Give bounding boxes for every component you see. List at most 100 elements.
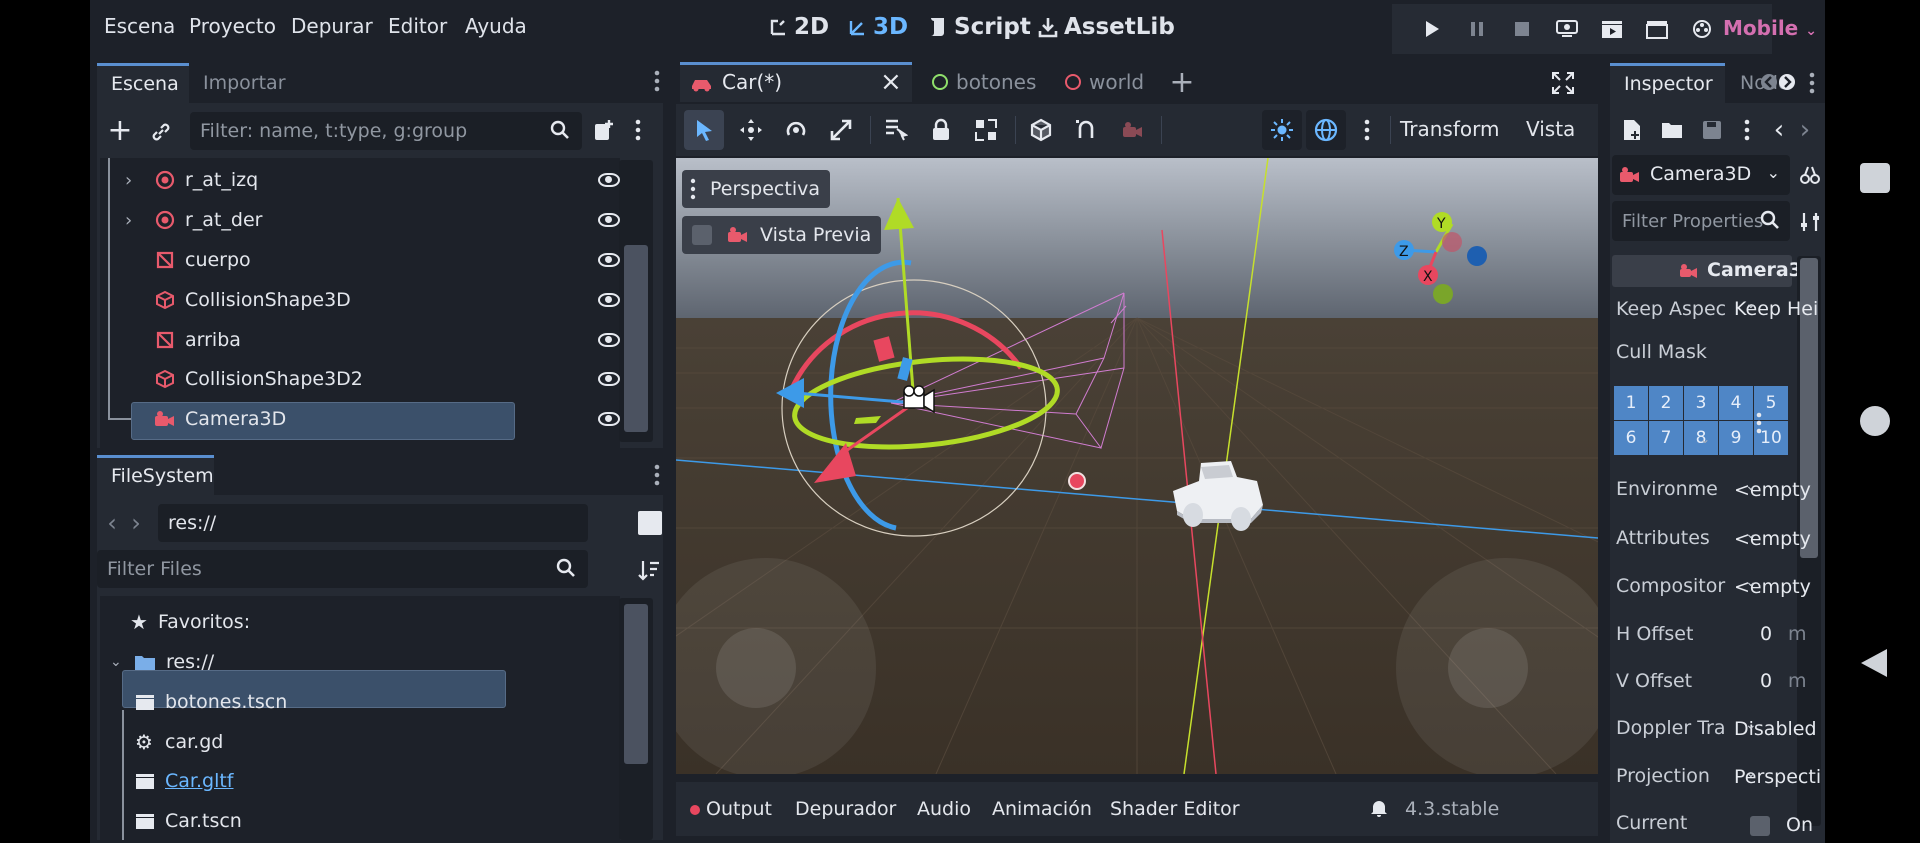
tree-node-label: r_at_der bbox=[185, 209, 263, 231]
scene-tree-menu-icon[interactable] bbox=[631, 117, 645, 143]
group-button[interactable] bbox=[966, 110, 1006, 150]
preview-checkbox[interactable] bbox=[692, 225, 712, 245]
mode-script-button[interactable]: Script bbox=[928, 14, 1031, 40]
forward-icon[interactable]: › bbox=[128, 509, 144, 537]
camera-preview-button[interactable] bbox=[1112, 110, 1152, 150]
tree-node-camera3d[interactable]: Camera3D bbox=[125, 400, 286, 438]
toggle-environment-button[interactable] bbox=[1306, 110, 1346, 150]
file-car-tscn[interactable]: Car.tscn bbox=[125, 802, 242, 840]
dock-menu-icon[interactable] bbox=[650, 462, 664, 488]
dock-menu-icon[interactable] bbox=[1802, 70, 1816, 96]
sort-icon[interactable] bbox=[636, 558, 662, 582]
tab-filesystem[interactable]: FileSystem bbox=[97, 455, 214, 495]
toggle-sun-button[interactable] bbox=[1262, 110, 1302, 150]
back-button[interactable] bbox=[1859, 647, 1889, 683]
visibility-eye-icon[interactable] bbox=[598, 293, 620, 307]
local-space-button[interactable] bbox=[1021, 110, 1061, 150]
tab-escena[interactable]: Escena bbox=[97, 63, 189, 103]
bottom-tab-audio[interactable]: Audio bbox=[917, 782, 971, 836]
scale-tool-button[interactable] bbox=[821, 110, 861, 150]
layers-expand-icon[interactable]: ⌄ bbox=[1700, 432, 1710, 446]
bell-icon[interactable] bbox=[1370, 798, 1388, 822]
object-selector[interactable]: Camera3D bbox=[1606, 156, 1825, 194]
recents-button[interactable] bbox=[1860, 163, 1890, 193]
layers-menu-icon[interactable] bbox=[1752, 410, 1766, 436]
tab-inspector[interactable]: Inspector bbox=[1602, 63, 1717, 103]
3d-viewport[interactable]: Y Z X Perspectiva Vista Previa bbox=[676, 158, 1598, 774]
visibility-eye-icon[interactable] bbox=[598, 253, 620, 267]
visibility-eye-icon[interactable] bbox=[598, 372, 620, 386]
snap-button[interactable] bbox=[1066, 110, 1106, 150]
filter-files-input[interactable]: Filter Files bbox=[97, 550, 588, 588]
add-node-icon[interactable]: + bbox=[107, 113, 133, 148]
distraction-free-icon[interactable] bbox=[1550, 70, 1576, 96]
link-icon[interactable] bbox=[148, 119, 174, 145]
menu-depurar[interactable]: Depurar bbox=[291, 14, 373, 38]
menu-editor[interactable]: Editor bbox=[388, 14, 447, 38]
lock-button[interactable] bbox=[921, 110, 961, 150]
menu-ayuda[interactable]: Ayuda bbox=[465, 14, 527, 38]
new-resource-icon[interactable] bbox=[1612, 118, 1636, 142]
tree-node-r_at_izq[interactable]: › r_at_izq bbox=[125, 161, 258, 199]
perspective-menu-button[interactable]: Perspectiva bbox=[682, 170, 830, 208]
toggle-split-icon[interactable] bbox=[638, 511, 662, 535]
scene-tree-scrollbar[interactable] bbox=[619, 160, 653, 442]
stop-button[interactable] bbox=[1505, 12, 1539, 46]
tree-node-collisionshape3d2[interactable]: CollisionShape3D2 bbox=[125, 360, 363, 398]
bottom-tab-debugger[interactable]: Depurador bbox=[795, 782, 896, 836]
star-icon: ★ bbox=[130, 610, 148, 634]
visibility-eye-icon[interactable] bbox=[598, 173, 620, 187]
scene-filter-input[interactable]: Filter: name, t:type, g:group bbox=[190, 112, 582, 150]
view-menu[interactable]: Vista bbox=[1526, 117, 1575, 141]
bottom-tab-output[interactable]: Output bbox=[690, 782, 772, 836]
rotate-tool-button[interactable] bbox=[776, 110, 816, 150]
tree-node-collisionshape3d[interactable]: CollisionShape3D bbox=[125, 281, 351, 319]
visibility-eye-icon[interactable] bbox=[598, 333, 620, 347]
history-back-icon[interactable]: ‹ bbox=[1804, 115, 1818, 145]
open-folder-icon[interactable] bbox=[1655, 118, 1679, 142]
visibility-eye-icon[interactable] bbox=[598, 213, 620, 227]
run-current-scene-button[interactable] bbox=[1595, 12, 1629, 46]
tree-node-r_at_der[interactable]: › r_at_der bbox=[125, 201, 262, 239]
file-car-gltf[interactable]: Car.gltf bbox=[125, 762, 234, 800]
select-tool-button[interactable] bbox=[684, 110, 724, 150]
menu-proyecto[interactable]: Proyecto bbox=[189, 14, 276, 38]
folder-res-root[interactable]: ⌄ res:// bbox=[110, 643, 214, 681]
tree-node-arriba[interactable]: arriba bbox=[125, 321, 241, 359]
favorites-header[interactable]: ★ Favoritos: bbox=[130, 603, 250, 641]
dock-menu-icon[interactable] bbox=[650, 68, 664, 94]
mode-3d-button[interactable]: 3D bbox=[847, 14, 908, 40]
environment-menu-icon[interactable] bbox=[1360, 116, 1374, 144]
preview-toggle[interactable]: Vista Previa bbox=[682, 216, 882, 254]
tab-importar[interactable]: Importar bbox=[189, 63, 300, 103]
inspector-menu-icon[interactable] bbox=[1750, 117, 1764, 143]
save-icon[interactable] bbox=[1698, 118, 1722, 142]
run-specific-scene-button[interactable] bbox=[1640, 12, 1674, 46]
list-select-button[interactable] bbox=[876, 110, 916, 150]
renderer-select[interactable]: Mobile ⌄ bbox=[1723, 16, 1817, 40]
mode-assetlib-button[interactable]: AssetLib bbox=[1038, 14, 1175, 40]
back-icon[interactable]: ‹ bbox=[104, 509, 120, 537]
move-tool-button[interactable] bbox=[731, 110, 771, 150]
home-button[interactable] bbox=[1860, 406, 1890, 436]
menu-escena[interactable]: Escena bbox=[104, 14, 175, 38]
file-car-gd[interactable]: ⚙ car.gd bbox=[125, 723, 223, 761]
dock-arrows-icon[interactable] bbox=[1758, 72, 1794, 92]
visibility-eye-icon[interactable] bbox=[598, 412, 620, 426]
add-scene-tab-icon[interactable]: + bbox=[1168, 65, 1196, 100]
play-button[interactable] bbox=[1415, 12, 1449, 46]
remote-debug-button[interactable] bbox=[1550, 12, 1584, 46]
transform-menu[interactable]: Transform bbox=[1400, 117, 1499, 141]
movie-maker-button[interactable] bbox=[1685, 12, 1719, 46]
file-tree-scrollbar[interactable] bbox=[619, 598, 653, 840]
file-botones-tscn[interactable]: botones.tscn bbox=[125, 683, 287, 721]
bottom-tab-shader-editor[interactable]: Shader Editor bbox=[1110, 782, 1240, 836]
path-input[interactable]: res:// bbox=[158, 504, 588, 542]
close-icon[interactable]: × bbox=[880, 67, 902, 97]
scene-tab-car[interactable]: Car(*) × bbox=[680, 62, 912, 102]
mode-2d-button[interactable]: 2D bbox=[768, 14, 829, 40]
tree-node-cuerpo[interactable]: cuerpo bbox=[125, 241, 251, 279]
pause-button[interactable] bbox=[1460, 12, 1494, 46]
instance-scene-icon[interactable] bbox=[592, 117, 616, 143]
bottom-tab-animation[interactable]: Animación bbox=[992, 782, 1092, 836]
